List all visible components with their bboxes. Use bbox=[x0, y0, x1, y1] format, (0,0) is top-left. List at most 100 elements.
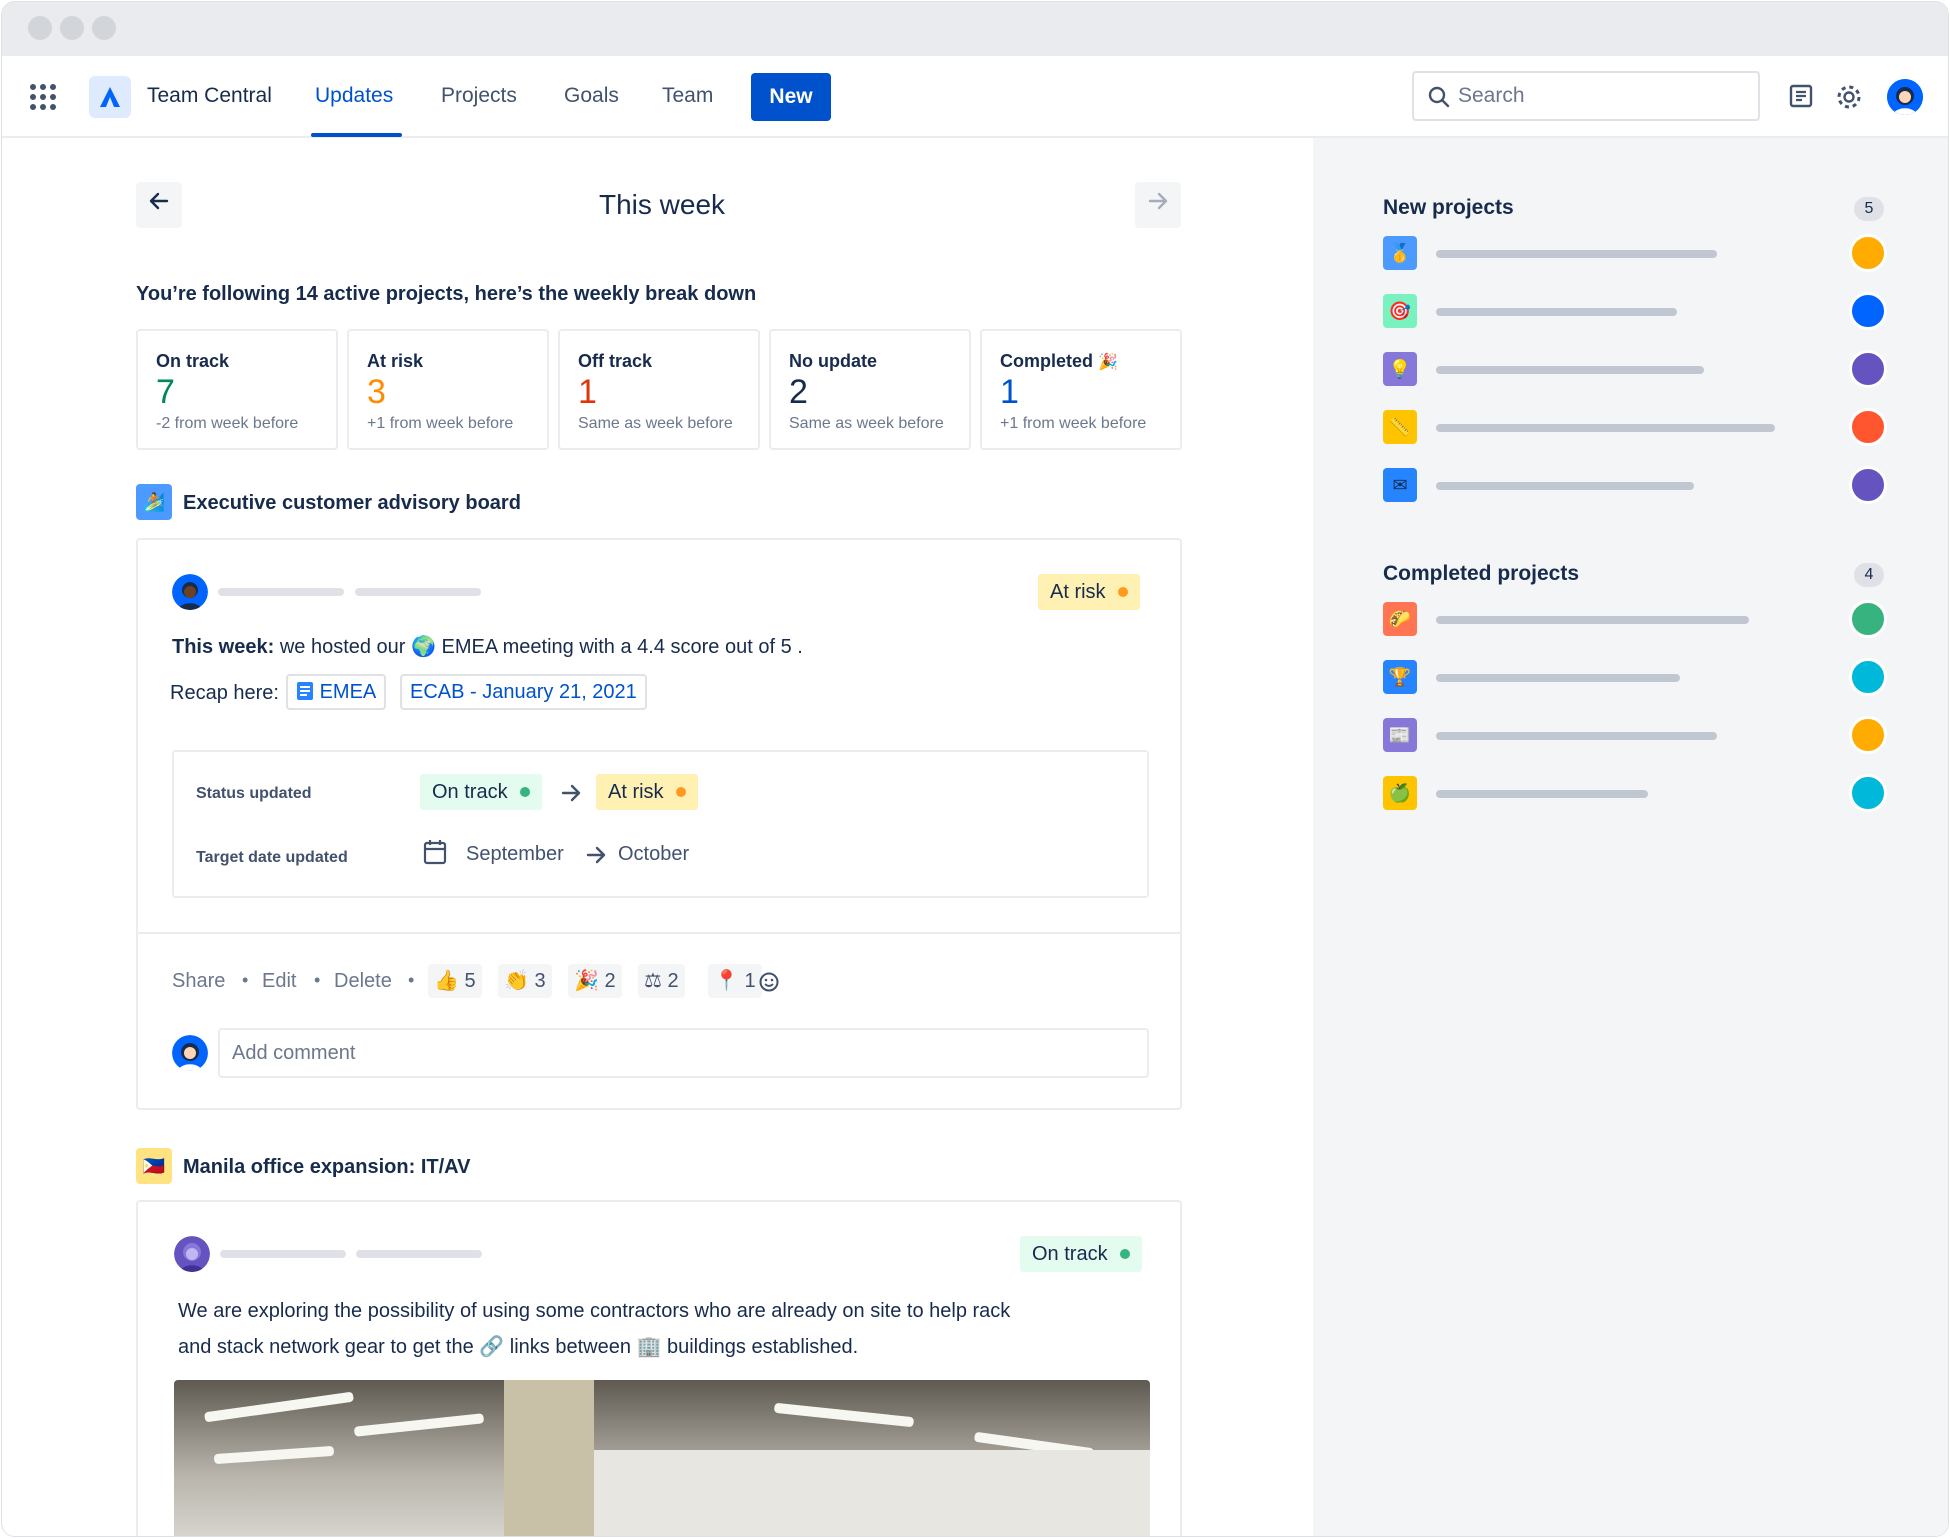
nav-team[interactable]: Team bbox=[662, 84, 713, 108]
arrow-right-icon bbox=[1148, 192, 1168, 210]
stat-change: +1 from week before bbox=[1000, 415, 1147, 432]
new-project-item[interactable]: 📏 bbox=[1383, 408, 1888, 448]
stat-card-no-update[interactable]: No update 2 Same as week before bbox=[769, 329, 971, 450]
add-comment-input[interactable] bbox=[218, 1028, 1149, 1078]
timestamp-placeholder bbox=[355, 588, 481, 596]
user-avatar[interactable] bbox=[1887, 79, 1923, 115]
owner-avatar[interactable] bbox=[1849, 600, 1887, 638]
project-title[interactable]: Manila office expansion: IT/AV bbox=[183, 1156, 470, 1179]
stat-card-completed[interactable]: Completed 🎉 1 +1 from week before bbox=[980, 329, 1182, 450]
project-name-placeholder bbox=[1436, 366, 1704, 374]
owner-avatar[interactable] bbox=[1849, 466, 1887, 504]
stat-card-off-track[interactable]: Off track 1 Same as week before bbox=[558, 329, 760, 450]
delete-action[interactable]: Delete bbox=[334, 970, 392, 993]
completed-project-item[interactable]: 🌮 bbox=[1383, 600, 1888, 640]
search-input[interactable] bbox=[1458, 84, 1748, 108]
app-title[interactable]: Team Central bbox=[147, 84, 272, 108]
app-switcher-icon[interactable] bbox=[30, 84, 56, 110]
commenter-avatar bbox=[172, 1035, 208, 1071]
nav-projects[interactable]: Projects bbox=[441, 84, 517, 108]
stat-card-on-track[interactable]: On track 7 -2 from week before bbox=[136, 329, 338, 450]
project-name-placeholder bbox=[1436, 250, 1717, 258]
owner-avatar[interactable] bbox=[1849, 716, 1887, 754]
project-name-placeholder bbox=[1436, 616, 1749, 624]
new-button[interactable]: New bbox=[751, 73, 831, 121]
nav-updates[interactable]: Updates bbox=[315, 84, 393, 108]
atlassian-logo-icon[interactable] bbox=[89, 76, 131, 118]
apple-icon: 🍏 bbox=[1383, 776, 1417, 810]
reaction-scales[interactable]: ⚖ 2 bbox=[638, 964, 685, 998]
owner-avatar[interactable] bbox=[1849, 658, 1887, 696]
owner-avatar[interactable] bbox=[1849, 408, 1887, 446]
feedback-icon[interactable] bbox=[1788, 83, 1814, 114]
owner-avatar[interactable] bbox=[1849, 350, 1887, 388]
philippines-flag-icon: 🇵🇭 bbox=[136, 1148, 172, 1184]
status-updated-label: Status updated bbox=[196, 785, 312, 802]
reaction-pin[interactable]: 📍 1 bbox=[708, 964, 762, 998]
stat-card-at-risk[interactable]: At risk 3 +1 from week before bbox=[347, 329, 549, 450]
stat-label: Off track bbox=[578, 351, 653, 371]
update-text-line-2: and stack network gear to get the 🔗 link… bbox=[178, 1336, 859, 1358]
date-from: September bbox=[466, 843, 564, 865]
window-titlebar bbox=[2, 2, 1948, 56]
status-lozenge[interactable]: On track bbox=[1020, 1236, 1142, 1272]
ecab-link[interactable]: ECAB - January 21, 2021 bbox=[400, 674, 647, 710]
stat-value: 7 bbox=[156, 373, 175, 411]
calendar-icon bbox=[423, 840, 447, 865]
owner-avatar[interactable] bbox=[1849, 774, 1887, 812]
separator-dot: • bbox=[408, 970, 415, 990]
timestamp-placeholder bbox=[356, 1250, 482, 1258]
stat-value: 3 bbox=[367, 373, 386, 411]
changes-box: Status updated On track At risk Target d… bbox=[172, 750, 1149, 898]
new-projects-count: 5 bbox=[1854, 197, 1884, 221]
completed-project-item[interactable]: 📰 bbox=[1383, 716, 1888, 756]
reaction-thumbs-up[interactable]: 👍 5 bbox=[428, 964, 482, 998]
window-minimize-dot[interactable] bbox=[60, 16, 84, 40]
office-building-icon: 🏢 bbox=[636, 1336, 662, 1358]
window-close-dot[interactable] bbox=[28, 16, 52, 40]
author-avatar[interactable] bbox=[172, 574, 208, 610]
office-photo[interactable] bbox=[174, 1380, 1150, 1536]
stat-change: Same as week before bbox=[789, 415, 944, 432]
completed-project-item[interactable]: 🍏 bbox=[1383, 774, 1888, 814]
search-box[interactable] bbox=[1412, 71, 1760, 121]
new-project-item[interactable]: 🥇 bbox=[1383, 234, 1888, 274]
settings-icon[interactable] bbox=[1835, 83, 1863, 116]
project-title[interactable]: Executive customer advisory board bbox=[183, 492, 521, 515]
author-avatar[interactable] bbox=[174, 1236, 210, 1272]
author-name-placeholder bbox=[218, 588, 344, 596]
edit-action[interactable]: Edit bbox=[262, 970, 296, 993]
reaction-clap[interactable]: 👏 3 bbox=[498, 964, 552, 998]
previous-week-button[interactable] bbox=[136, 182, 182, 228]
new-project-item[interactable]: 🎯 bbox=[1383, 292, 1888, 332]
window-zoom-dot[interactable] bbox=[92, 16, 116, 40]
owner-avatar[interactable] bbox=[1849, 292, 1887, 330]
completed-projects-count: 4 bbox=[1854, 563, 1884, 587]
add-reaction-icon[interactable] bbox=[758, 971, 780, 993]
project-icon: 🏄 bbox=[136, 484, 172, 520]
status-lozenge[interactable]: At risk bbox=[1038, 574, 1140, 610]
owner-avatar[interactable] bbox=[1849, 234, 1887, 272]
date-to: October bbox=[618, 843, 690, 865]
completed-project-item[interactable]: 🏆 bbox=[1383, 658, 1888, 698]
globe-icon: 🌍 bbox=[411, 636, 436, 658]
share-action[interactable]: Share bbox=[172, 970, 225, 993]
envelope-icon: ✉ bbox=[1383, 468, 1417, 502]
stat-value: 2 bbox=[789, 373, 808, 411]
next-week-button[interactable] bbox=[1135, 182, 1181, 228]
new-projects-title: New projects bbox=[1383, 196, 1514, 219]
week-title: This week bbox=[598, 189, 726, 220]
emea-doc-link[interactable]: EMEA bbox=[286, 674, 387, 710]
completed-projects-title: Completed projects bbox=[1383, 562, 1580, 585]
top-navbar: Team Central Updates Projects Goals Team… bbox=[2, 56, 1948, 138]
new-project-item[interactable]: ✉ bbox=[1383, 466, 1888, 506]
new-project-item[interactable]: 💡 bbox=[1383, 350, 1888, 390]
stat-label: At risk bbox=[367, 351, 424, 371]
ruler-icon: 📏 bbox=[1383, 410, 1417, 444]
update-text-line-1: We are exploring the possibility of usin… bbox=[178, 1300, 1011, 1322]
main-content: This week You’re following 14 active pro… bbox=[2, 138, 1313, 1536]
arrow-right-icon bbox=[561, 784, 581, 802]
reaction-party[interactable]: 🎉 2 bbox=[568, 964, 622, 998]
project-name-placeholder bbox=[1436, 790, 1648, 798]
nav-goals[interactable]: Goals bbox=[564, 84, 619, 108]
